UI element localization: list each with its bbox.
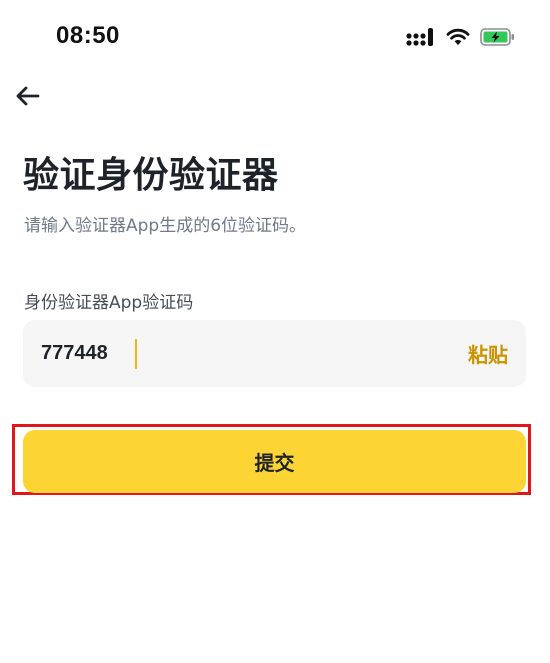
verification-code-input[interactable]	[41, 338, 468, 369]
field-label: 身份验证器App验证码	[24, 293, 194, 313]
page-subtitle: 请输入验证器App生成的6位验证码。	[24, 216, 307, 236]
back-button[interactable]	[14, 84, 42, 112]
battery-charging-icon	[480, 27, 516, 47]
submit-button[interactable]: 提交	[23, 430, 526, 493]
wifi-icon	[446, 28, 470, 46]
text-caret	[135, 339, 137, 369]
status-icons	[406, 24, 516, 50]
paste-button[interactable]: 粘贴	[468, 339, 508, 368]
arrow-left-icon	[15, 85, 41, 111]
status-time: 08:50	[56, 22, 120, 49]
code-input-container[interactable]: 粘贴	[23, 320, 526, 387]
cellular-signal-icon	[406, 27, 436, 47]
status-bar: 08:50	[0, 0, 550, 72]
page-title: 验证身份验证器	[23, 155, 279, 196]
